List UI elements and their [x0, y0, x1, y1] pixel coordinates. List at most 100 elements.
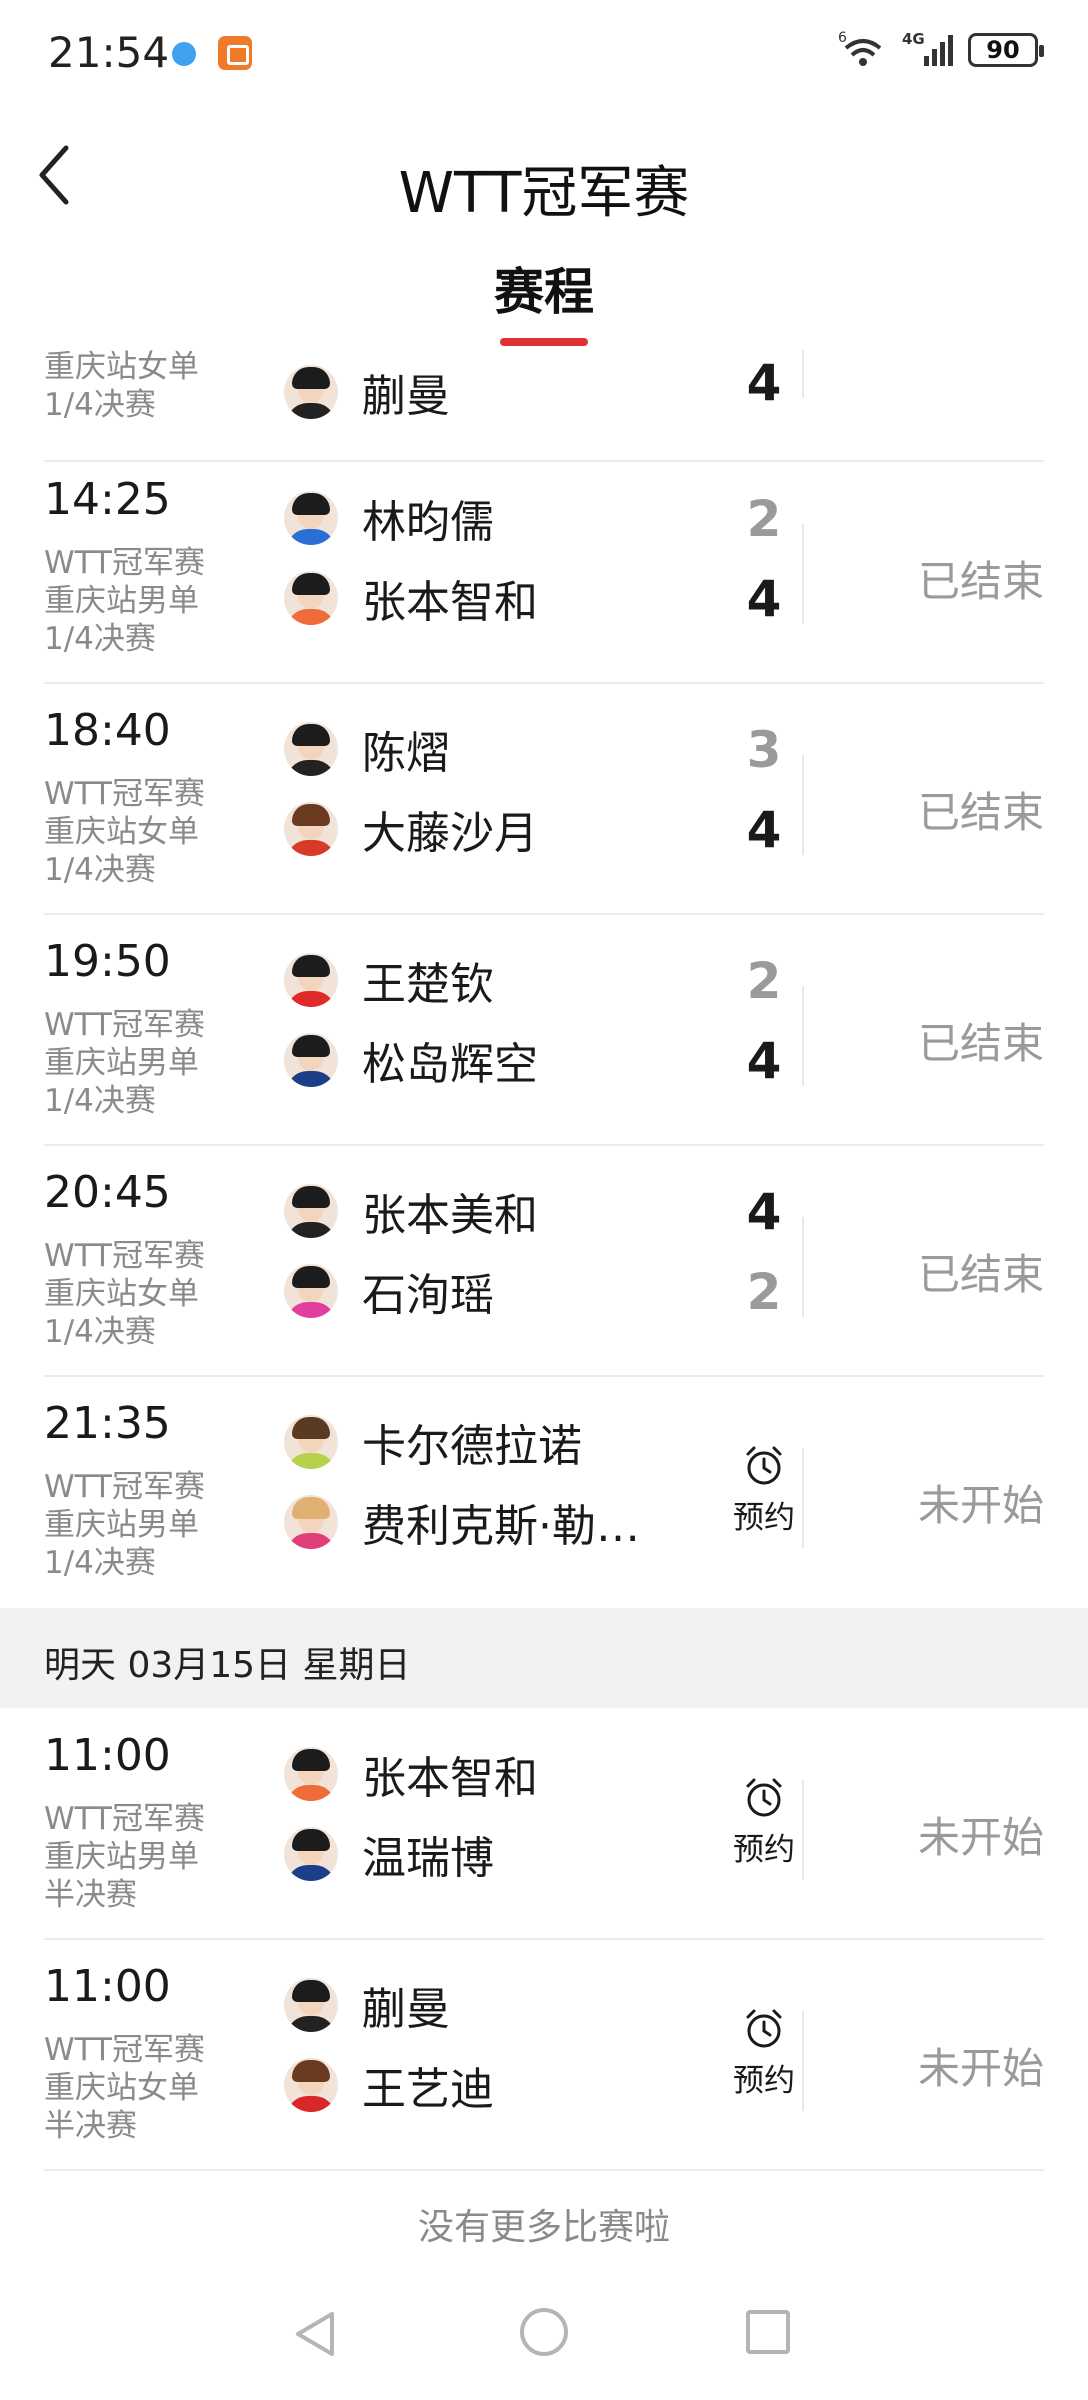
reminder-button[interactable]: 预约	[704, 1444, 824, 1537]
match-time: 14:25	[44, 474, 171, 525]
player-score: 4	[746, 354, 782, 412]
app-notification-icon	[172, 42, 196, 66]
match-status: 已结束	[917, 1250, 1044, 1299]
player-avatar	[284, 802, 338, 856]
player-avatar	[284, 1978, 338, 2032]
match-round: 1/4决赛	[44, 1314, 156, 1350]
alarm-clock-icon	[746, 1446, 782, 1485]
schedule-list[interactable]: 重庆站女单 1/4决赛 蒯曼 4 14:25 WTT冠军赛 重庆站男单 1/4决…	[0, 350, 1088, 2260]
player-avatar	[284, 365, 338, 419]
reminder-label: 预约	[733, 1832, 795, 1868]
player-score: 4	[746, 1032, 782, 1090]
player-avatar	[284, 1747, 338, 1801]
divider	[802, 2011, 804, 2111]
player-avatar	[284, 571, 338, 625]
match-row[interactable]: 重庆站女单 1/4决赛 蒯曼 4	[44, 350, 1044, 462]
player-avatar	[284, 1033, 338, 1087]
player-avatar	[284, 1264, 338, 1318]
match-row[interactable]: 11:00 WTT冠军赛 重庆站男单 半决赛 张本智和 温瑞博 预约 未开始	[44, 1708, 1044, 1940]
match-row[interactable]: 19:50 WTT冠军赛 重庆站男单 1/4决赛 王楚钦 松岛辉空 2 4 已结…	[44, 914, 1044, 1146]
player-row: 大藤沙月	[284, 799, 538, 859]
match-event: WTT冠军赛	[44, 1801, 205, 1837]
player-name: 大藤沙月	[362, 808, 538, 859]
player-row: 蒯曼	[284, 1975, 450, 2035]
date-divider: 明天 03月15日 星期日	[0, 1608, 1088, 1708]
reminder-label: 预约	[733, 2063, 795, 2099]
match-status: 已结束	[917, 1019, 1044, 1068]
match-status: 未开始	[917, 1481, 1044, 1530]
player-avatar	[284, 1184, 338, 1238]
tab-schedule[interactable]: 赛程	[0, 252, 1088, 324]
match-station: 重庆站男单	[44, 1507, 199, 1543]
match-station: 重庆站女单	[44, 350, 199, 385]
system-nav-bar	[0, 2290, 1088, 2400]
divider	[802, 1448, 804, 1548]
player-name: 石洵瑶	[362, 1270, 494, 1321]
match-station: 重庆站女单	[44, 1276, 199, 1312]
match-row[interactable]: 21:35 WTT冠军赛 重庆站男单 1/4决赛 卡尔德拉诺 费利克斯·勒… 预…	[44, 1376, 1044, 1608]
player-row: 王楚钦	[284, 950, 494, 1010]
player-score: 2	[746, 490, 782, 548]
status-right: 6 4G 90	[838, 30, 1044, 70]
battery-indicator: 90	[968, 33, 1044, 67]
player-avatar	[284, 1495, 338, 1549]
player-avatar	[284, 953, 338, 1007]
app-notification-icon	[218, 36, 252, 70]
match-round: 1/4决赛	[44, 387, 156, 423]
wifi-icon: 6	[838, 30, 882, 66]
player-name: 张本智和	[362, 1753, 538, 1804]
match-station: 重庆站男单	[44, 1045, 199, 1081]
match-time: 21:35	[44, 1398, 171, 1449]
player-score: 4	[746, 1183, 782, 1241]
player-avatar	[284, 2058, 338, 2112]
nav-home-icon[interactable]	[520, 2308, 568, 2356]
match-time: 11:00	[44, 1961, 171, 2012]
status-time: 21:54	[48, 28, 170, 77]
player-row: 张本智和	[284, 1744, 538, 1804]
divider	[802, 1217, 804, 1317]
match-time: 20:45	[44, 1167, 171, 1218]
match-event: WTT冠军赛	[44, 1469, 205, 1505]
player-row: 张本美和	[284, 1181, 538, 1241]
match-row[interactable]: 14:25 WTT冠军赛 重庆站男单 1/4决赛 林昀儒 张本智和 2 4 已结…	[44, 452, 1044, 684]
match-row[interactable]: 11:00 WTT冠军赛 重庆站女单 半决赛 蒯曼 王艺迪 预约 未开始	[44, 1939, 1044, 2171]
player-score: 2	[746, 1263, 782, 1321]
divider	[802, 524, 804, 624]
player-avatar	[284, 1415, 338, 1469]
cell-signal-icon: 4G	[902, 30, 953, 66]
player-name: 张本美和	[362, 1190, 538, 1241]
match-event: WTT冠军赛	[44, 776, 205, 812]
player-name: 卡尔德拉诺	[362, 1421, 582, 1472]
page-header: WTT冠军赛	[0, 110, 1088, 240]
player-avatar	[284, 1827, 338, 1881]
nav-back-icon[interactable]	[290, 2308, 340, 2360]
match-time: 18:40	[44, 705, 171, 756]
match-round: 1/4决赛	[44, 621, 156, 657]
match-status: 未开始	[917, 1813, 1044, 1862]
nav-recents-icon[interactable]	[746, 2310, 790, 2354]
player-name: 费利克斯·勒…	[362, 1501, 640, 1552]
match-row[interactable]: 20:45 WTT冠军赛 重庆站女单 1/4决赛 张本美和 石洵瑶 4 2 已结…	[44, 1145, 1044, 1377]
player-score: 4	[746, 570, 782, 628]
svg-text:4G: 4G	[902, 30, 925, 48]
match-status: 未开始	[917, 2044, 1044, 2093]
player-row: 陈熠	[284, 719, 450, 779]
date-label: 明天 03月15日 星期日	[44, 1645, 411, 1686]
divider	[802, 755, 804, 855]
match-status: 已结束	[917, 557, 1044, 606]
player-name: 张本智和	[362, 577, 538, 628]
match-round: 1/4决赛	[44, 1083, 156, 1119]
player-row: 林昀儒	[284, 488, 494, 548]
player-name: 蒯曼	[362, 371, 450, 422]
reminder-button[interactable]: 预约	[704, 1776, 824, 1869]
player-avatar	[284, 491, 338, 545]
reminder-label: 预约	[733, 1500, 795, 1536]
alarm-clock-icon	[746, 2009, 782, 2048]
player-row: 王艺迪	[284, 2055, 494, 2115]
player-name: 陈熠	[362, 728, 450, 779]
match-station: 重庆站男单	[44, 583, 199, 619]
match-event: WTT冠军赛	[44, 1238, 205, 1274]
match-time: 11:00	[44, 1730, 171, 1781]
reminder-button[interactable]: 预约	[704, 2007, 824, 2100]
match-row[interactable]: 18:40 WTT冠军赛 重庆站女单 1/4决赛 陈熠 大藤沙月 3 4 已结束	[44, 683, 1044, 915]
